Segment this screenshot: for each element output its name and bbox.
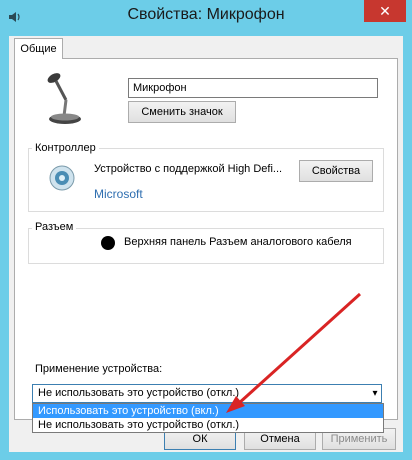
controller-properties-button[interactable]: Свойства xyxy=(299,160,373,182)
chevron-down-icon[interactable]: ▾ xyxy=(368,384,382,403)
controller-vendor: Microsoft xyxy=(94,187,143,201)
title-bar[interactable]: Свойства: Микрофон ✕ xyxy=(0,0,412,36)
jack-info: Верхняя панель Разъем аналогового кабеля xyxy=(124,236,352,248)
close-button[interactable]: ✕ xyxy=(364,0,406,22)
sound-card-icon xyxy=(48,164,76,192)
device-usage-dropdown: Использовать это устройство (вкл.) Не ис… xyxy=(32,403,384,433)
device-name-field[interactable]: Микрофон xyxy=(128,78,378,98)
jack-group-label: Разъем xyxy=(32,221,77,233)
window-title: Свойства: Микрофон xyxy=(127,6,285,23)
change-icon-button[interactable]: Сменить значок xyxy=(128,101,236,123)
usage-option-enable[interactable]: Использовать это устройство (вкл.) xyxy=(33,404,383,418)
microphone-icon xyxy=(42,70,88,126)
jack-color-indicator xyxy=(101,236,115,250)
controller-group-label: Контроллер xyxy=(32,142,99,154)
usage-option-disable[interactable]: Не использовать это устройство (откл.) xyxy=(33,418,383,432)
tab-general[interactable]: Общие xyxy=(14,38,63,59)
controller-device-name: Устройство с поддержкой High Defi... xyxy=(94,163,283,175)
device-usage-select[interactable]: Не использовать это устройство (откл.) xyxy=(32,384,382,403)
device-usage-label: Применение устройства: xyxy=(35,363,163,375)
